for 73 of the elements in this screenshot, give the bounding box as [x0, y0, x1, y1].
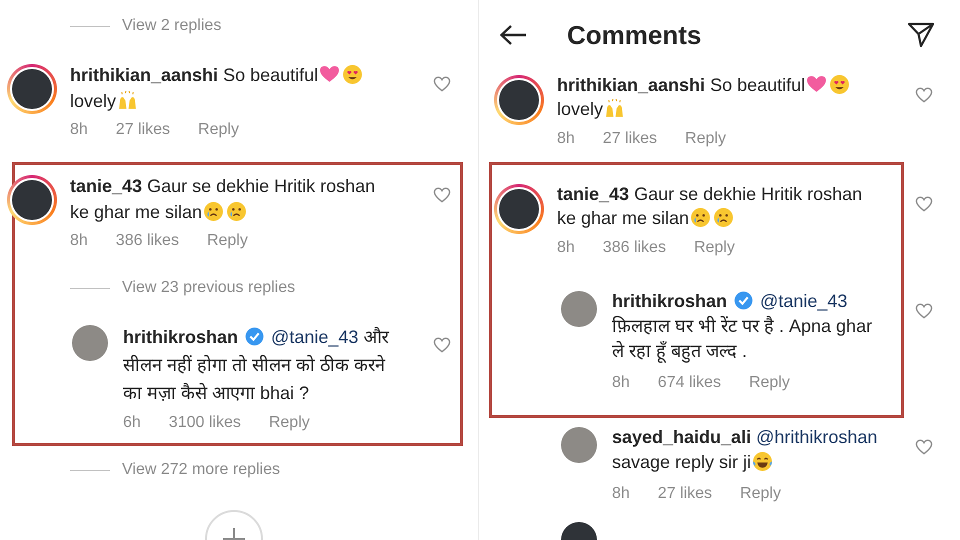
- story-ring-avatar[interactable]: [7, 175, 57, 225]
- comment-time: 8h: [70, 231, 88, 251]
- heart-icon[interactable]: [915, 439, 933, 455]
- mention-link[interactable]: @tanie_43: [760, 291, 848, 311]
- page-title: Comments: [567, 20, 702, 50]
- heart-eyes-emoji-icon: [829, 74, 850, 95]
- back-arrow-icon[interactable]: [499, 24, 527, 46]
- comment-time: 6h: [123, 413, 141, 433]
- comment-text: Gaur se dekhie Hritik roshan: [634, 184, 862, 204]
- comment-time: 8h: [612, 484, 630, 504]
- comment-time: 8h: [557, 238, 575, 258]
- verified-badge-icon: [244, 326, 266, 347]
- comment-text: So beautiful: [710, 75, 806, 95]
- comment-text: lovely: [557, 99, 604, 119]
- like-count[interactable]: 386 likes: [116, 231, 179, 251]
- heart-icon[interactable]: [915, 87, 933, 103]
- send-icon[interactable]: [907, 22, 935, 48]
- comment-text: savage reply sir ji: [612, 452, 752, 472]
- username[interactable]: hrithikian_aanshi: [70, 65, 218, 85]
- comment-text: lovely: [70, 91, 116, 111]
- laughing-face-emoji-icon: [752, 451, 774, 472]
- comment-text: ke ghar me silan: [557, 208, 690, 228]
- username[interactable]: tanie_43: [70, 176, 142, 196]
- story-ring-avatar[interactable]: [494, 75, 544, 125]
- reply-button[interactable]: Reply: [748, 373, 790, 393]
- view-replies-link[interactable]: View 272 more replies: [122, 461, 280, 479]
- heart-icon[interactable]: [915, 303, 933, 319]
- reply-button[interactable]: Reply: [740, 484, 781, 504]
- mention-link[interactable]: @hrithikroshan: [756, 427, 878, 447]
- like-count[interactable]: 27 likes: [116, 120, 170, 140]
- username[interactable]: sayed_haidu_ali: [612, 427, 752, 447]
- comment-text: ke ghar me silan: [70, 202, 202, 222]
- heart-eyes-emoji-icon: [342, 64, 364, 85]
- comment-text: Gaur se dekhie Hritik roshan: [147, 176, 376, 196]
- comment-time: 8h: [557, 129, 575, 149]
- comment-text: का मज़ा कैसे आएगा bhai ?: [123, 383, 310, 403]
- reply-button[interactable]: Reply: [198, 120, 239, 140]
- story-ring-avatar[interactable]: [494, 184, 544, 234]
- raised-hands-emoji-icon: [117, 90, 138, 111]
- view-replies-link[interactable]: View 23 previous replies: [122, 279, 296, 297]
- comment-text: और: [363, 327, 388, 347]
- heart-icon[interactable]: [915, 196, 933, 212]
- comment-time: 8h: [70, 120, 88, 140]
- crying-face-emoji-icon: [226, 201, 248, 222]
- crying-face-emoji-icon: [203, 201, 224, 222]
- comment-time: 8h: [612, 373, 630, 393]
- username[interactable]: hrithikroshan: [612, 291, 728, 311]
- crying-face-emoji-icon: [690, 207, 712, 228]
- heart-icon[interactable]: [433, 187, 451, 203]
- raised-hands-emoji-icon: [604, 98, 626, 119]
- username[interactable]: tanie_43: [557, 184, 630, 204]
- crying-face-emoji-icon: [713, 207, 734, 228]
- like-count[interactable]: 3100 likes: [168, 413, 241, 433]
- verified-badge-icon: [733, 290, 754, 311]
- comment-text: सीलन नहीं होगा तो सीलन को ठीक करने: [123, 355, 386, 375]
- username[interactable]: hrithikian_aanshi: [557, 75, 706, 95]
- story-ring-avatar[interactable]: [7, 64, 57, 114]
- comment-text: ले रहा हूँ बहुत जल्द .: [612, 341, 748, 361]
- like-count[interactable]: 674 likes: [658, 373, 721, 393]
- comment-text: फ़िलहाल घर भी रेंट पर है . Apna ghar: [612, 316, 872, 336]
- like-count[interactable]: 27 likes: [602, 129, 658, 149]
- reply-button[interactable]: Reply: [268, 413, 310, 433]
- heart-icon[interactable]: [433, 337, 451, 353]
- reply-button[interactable]: Reply: [694, 238, 735, 258]
- reply-button[interactable]: Reply: [206, 231, 248, 251]
- reply-button[interactable]: Reply: [685, 129, 726, 149]
- heart-icon[interactable]: [433, 76, 451, 92]
- like-count[interactable]: 386 likes: [602, 238, 666, 258]
- view-replies-link[interactable]: View 2 replies: [122, 17, 222, 35]
- like-count[interactable]: 27 likes: [658, 484, 712, 504]
- username[interactable]: hrithikroshan: [123, 327, 238, 347]
- comment-text: So beautiful: [223, 65, 318, 85]
- mention-link[interactable]: @tanie_43: [271, 327, 358, 347]
